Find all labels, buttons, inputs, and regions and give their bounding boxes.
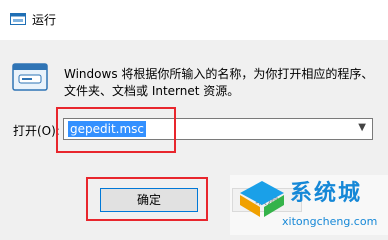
watermark-brand-cn: 系统城 bbox=[290, 181, 363, 206]
dialog-description: Windows 将根据你所输入的名称，为你打开相应的程序、文件夹、文档或 Int… bbox=[64, 67, 374, 98]
chevron-down-icon[interactable]: ▼ bbox=[358, 122, 366, 133]
run-program-icon bbox=[12, 63, 48, 91]
title-bar: 运行 bbox=[0, 0, 388, 40]
watermark-logo-icon bbox=[240, 181, 284, 217]
ok-highlight-box bbox=[86, 177, 208, 221]
run-icon bbox=[10, 13, 26, 25]
input-highlight-box bbox=[56, 107, 176, 153]
open-label: 打开(O): bbox=[13, 124, 60, 138]
window-title: 运行 bbox=[32, 13, 57, 27]
watermark-brand-en: xitongcheng.com bbox=[282, 215, 378, 228]
